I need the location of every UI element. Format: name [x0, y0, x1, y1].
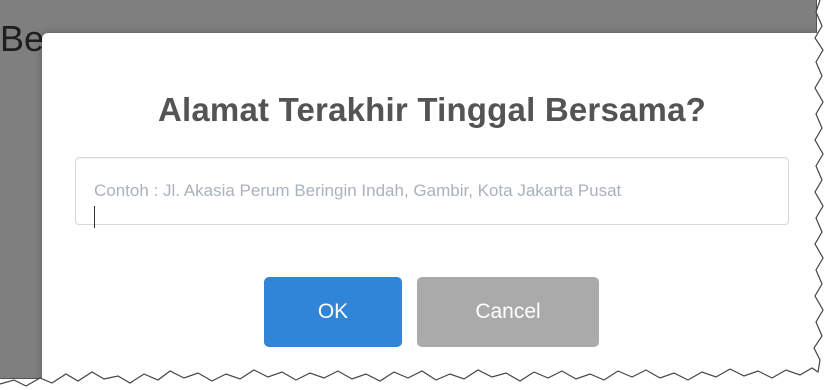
address-input[interactable] [75, 157, 789, 225]
ok-button[interactable]: OK [264, 277, 402, 347]
background-heading: Be [0, 18, 45, 59]
text-caret [94, 206, 95, 228]
dialog-title: Alamat Terakhir Tinggal Bersama? [157, 91, 707, 128]
dialog: Alamat Terakhir Tinggal Bersama? OK Canc… [42, 33, 822, 390]
screenshot-stage: Be Alamat Terakhir Tinggal Bersama? OK C… [0, 0, 828, 390]
cancel-button[interactable]: Cancel [417, 277, 599, 347]
